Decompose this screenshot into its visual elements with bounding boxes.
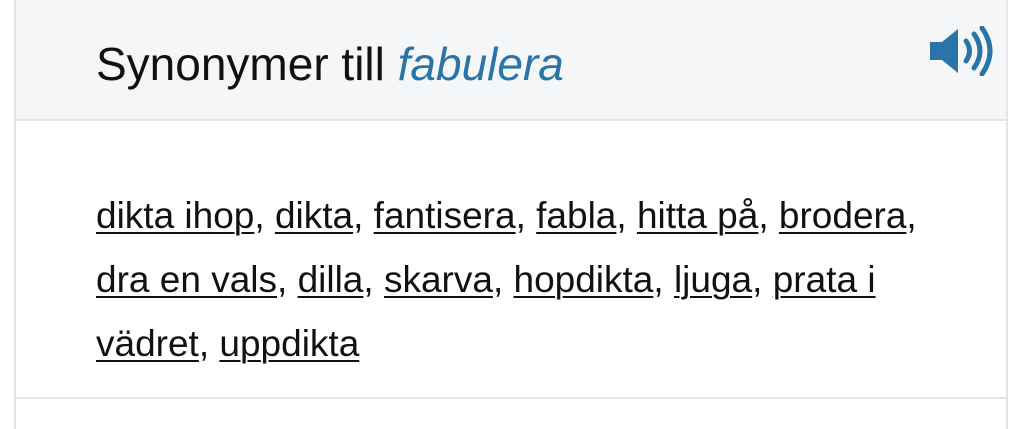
separator: , <box>758 195 779 236</box>
section-divider <box>16 397 1006 399</box>
separator: , <box>363 259 384 300</box>
headword: fabulera <box>397 38 564 90</box>
speaker-volume-icon[interactable] <box>928 26 994 76</box>
synonym-list: dikta ihop, dikta, fantisera, fabla, hit… <box>96 184 976 376</box>
synonym-link[interactable]: skarva <box>384 259 493 300</box>
synonym-link[interactable]: ljuga <box>674 259 752 300</box>
separator: , <box>906 195 917 236</box>
separator: , <box>515 195 537 236</box>
separator: , <box>353 195 374 236</box>
page-title: Synonymer till fabulera <box>96 36 564 92</box>
title-prefix: Synonymer till <box>96 38 385 90</box>
page: Synonymer till fabulera dikta ihop, dikt… <box>0 0 1024 429</box>
synonym-link[interactable]: dikta <box>275 195 353 236</box>
separator: , <box>616 195 637 236</box>
card-header: Synonymer till fabulera <box>16 0 1006 121</box>
separator: , <box>752 259 773 300</box>
synonym-link[interactable]: uppdikta <box>219 323 359 364</box>
separator: , <box>277 259 298 300</box>
separator: , <box>198 323 220 364</box>
synonym-link[interactable]: dra en vals <box>96 259 277 300</box>
synonym-link[interactable]: dilla <box>298 259 364 300</box>
synonym-link[interactable]: hitta på <box>637 195 758 236</box>
synonym-link[interactable]: fabla <box>536 195 616 236</box>
synonym-link[interactable]: hopdikta <box>514 259 654 300</box>
separator: , <box>492 259 514 300</box>
synonym-card: Synonymer till fabulera dikta ihop, dikt… <box>14 0 1008 429</box>
separator: , <box>653 259 674 300</box>
separator: , <box>254 195 275 236</box>
synonym-link[interactable]: dikta ihop <box>96 195 254 236</box>
synonym-link[interactable]: fantisera <box>374 195 516 236</box>
synonym-link[interactable]: brodera <box>779 195 907 236</box>
